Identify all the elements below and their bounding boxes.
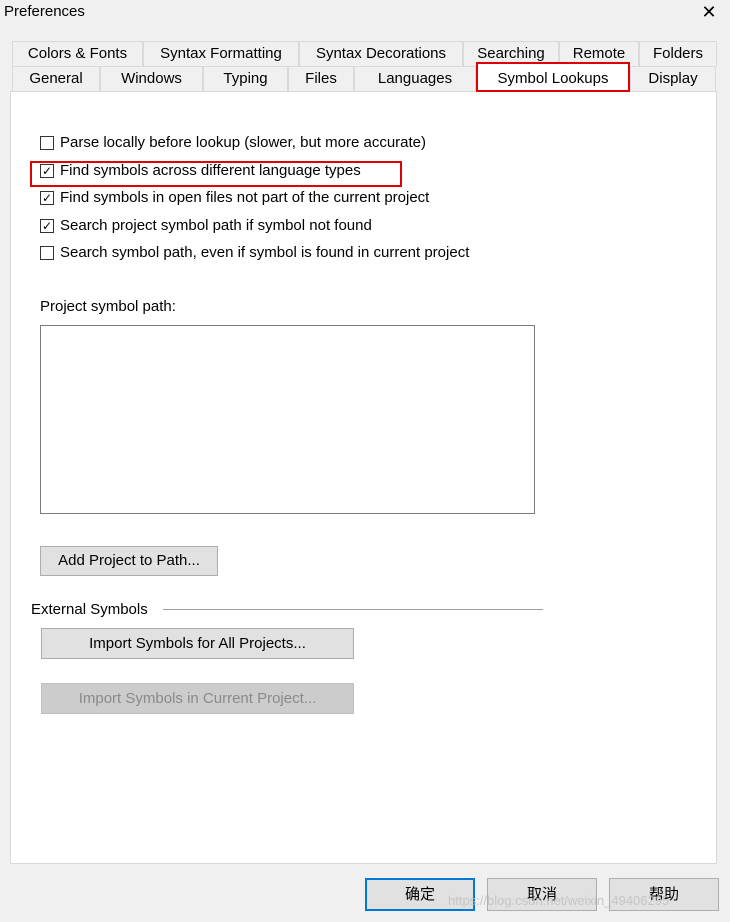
option-label: Parse locally before lookup (slower, but…	[60, 134, 427, 151]
tab-windows[interactable]: Windows	[100, 66, 203, 91]
watermark: https://blog.csdn.net/weixin_49406295	[448, 893, 670, 908]
tab-languages[interactable]: Languages	[354, 66, 476, 91]
option-label: Find symbols in open files not part of t…	[60, 189, 430, 206]
checkbox-unchecked-icon[interactable]	[40, 135, 54, 150]
import-current-project-button: Import Symbols in Current Project...	[41, 683, 354, 714]
divider	[163, 609, 543, 610]
tab-syntax-formatting[interactable]: Syntax Formatting	[143, 41, 299, 66]
tab-display[interactable]: Display	[630, 66, 716, 91]
option-checkbox[interactable]: Search symbol path, even if symbol is fo…	[40, 244, 469, 261]
option-label: Search project symbol path if symbol not…	[60, 217, 372, 234]
tab-symbol-lookups[interactable]: Symbol Lookups	[476, 62, 630, 92]
import-all-projects-button[interactable]: Import Symbols for All Projects...	[41, 628, 354, 659]
checkbox-checked-icon[interactable]: ✓	[40, 218, 54, 233]
highlight-box	[30, 161, 402, 187]
external-symbols-label: External Symbols	[31, 601, 152, 618]
option-label: Search symbol path, even if symbol is fo…	[60, 244, 470, 261]
option-checkbox[interactable]: ✓ Find symbols in open files not part of …	[40, 189, 429, 206]
checkbox-checked-icon[interactable]: ✓	[40, 190, 54, 205]
option-checkbox[interactable]: ✓ Search project symbol path if symbol no…	[40, 217, 372, 234]
add-project-button[interactable]: Add Project to Path...	[40, 546, 218, 576]
tab-colors-fonts[interactable]: Colors & Fonts	[12, 41, 143, 66]
window-title: Preferences	[4, 3, 85, 20]
project-path-label: Project symbol path:	[40, 298, 176, 315]
option-checkbox[interactable]: Parse locally before lookup (slower, but…	[40, 134, 426, 151]
tab-files[interactable]: Files	[288, 66, 354, 91]
checkbox-unchecked-icon[interactable]	[40, 245, 54, 260]
tab-typing[interactable]: Typing	[203, 66, 288, 91]
close-icon[interactable]: ✕	[698, 2, 720, 23]
tab-syntax-decorations[interactable]: Syntax Decorations	[299, 41, 463, 66]
tab-folders[interactable]: Folders	[639, 41, 717, 66]
project-path-textarea[interactable]	[40, 325, 535, 514]
tab-general[interactable]: General	[12, 66, 100, 91]
